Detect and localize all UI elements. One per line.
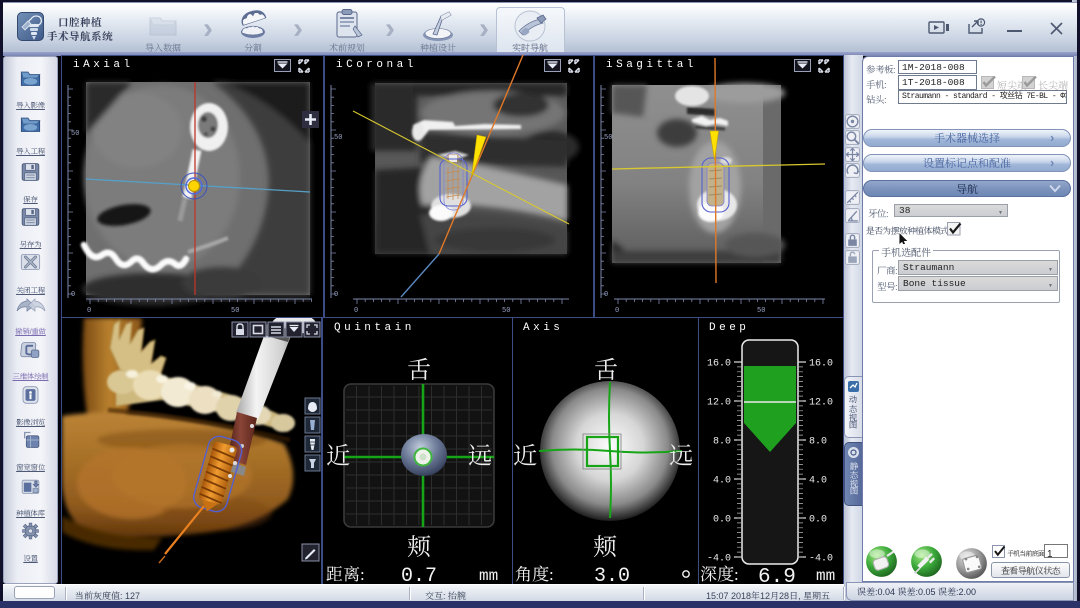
svg-text:角度:: 角度: <box>515 560 554 584</box>
svg-text:颊: 颊 <box>407 527 431 562</box>
svg-text:mm: mm <box>479 567 498 584</box>
svg-text:12.0: 12.0 <box>809 398 833 409</box>
svg-text:0: 0 <box>354 307 358 315</box>
svg-text:舌: 舌 <box>594 350 618 385</box>
svg-text:0: 0 <box>334 291 338 299</box>
svg-text:-4.0: -4.0 <box>809 554 833 565</box>
svg-text:mm: mm <box>816 567 835 584</box>
svg-text:距离:: 距离: <box>326 560 365 584</box>
svg-text:8.0: 8.0 <box>809 437 827 448</box>
svg-text:50: 50 <box>757 307 765 315</box>
svg-text:远: 远 <box>669 436 693 471</box>
svg-text:0: 0 <box>604 291 608 299</box>
svg-text:8.0: 8.0 <box>713 437 731 448</box>
svg-text:50: 50 <box>71 130 79 138</box>
svg-text:16.0: 16.0 <box>707 359 731 370</box>
svg-text:远: 远 <box>468 436 492 471</box>
svg-text:0.0: 0.0 <box>809 515 827 526</box>
svg-text:50: 50 <box>334 134 342 142</box>
svg-text:0.7: 0.7 <box>401 565 437 584</box>
svg-text:0: 0 <box>615 307 619 315</box>
svg-text:6.9: 6.9 <box>758 566 796 584</box>
svg-text:3.0: 3.0 <box>594 565 630 584</box>
svg-text:12.0: 12.0 <box>707 398 731 409</box>
svg-text:50: 50 <box>231 307 239 315</box>
svg-text:颊: 颊 <box>593 527 617 562</box>
svg-text:近: 近 <box>513 436 537 471</box>
svg-text:16.0: 16.0 <box>809 359 833 370</box>
svg-text:4.0: 4.0 <box>713 476 731 487</box>
svg-text:50: 50 <box>502 307 510 315</box>
svg-text:0: 0 <box>71 291 75 299</box>
svg-text:50: 50 <box>604 134 612 142</box>
svg-text:舌: 舌 <box>407 350 431 385</box>
svg-text:0.0: 0.0 <box>713 515 731 526</box>
svg-text:0: 0 <box>87 307 91 315</box>
svg-text:近: 近 <box>326 436 350 471</box>
svg-text:深度:: 深度: <box>700 560 739 584</box>
svg-text:4.0: 4.0 <box>809 476 827 487</box>
